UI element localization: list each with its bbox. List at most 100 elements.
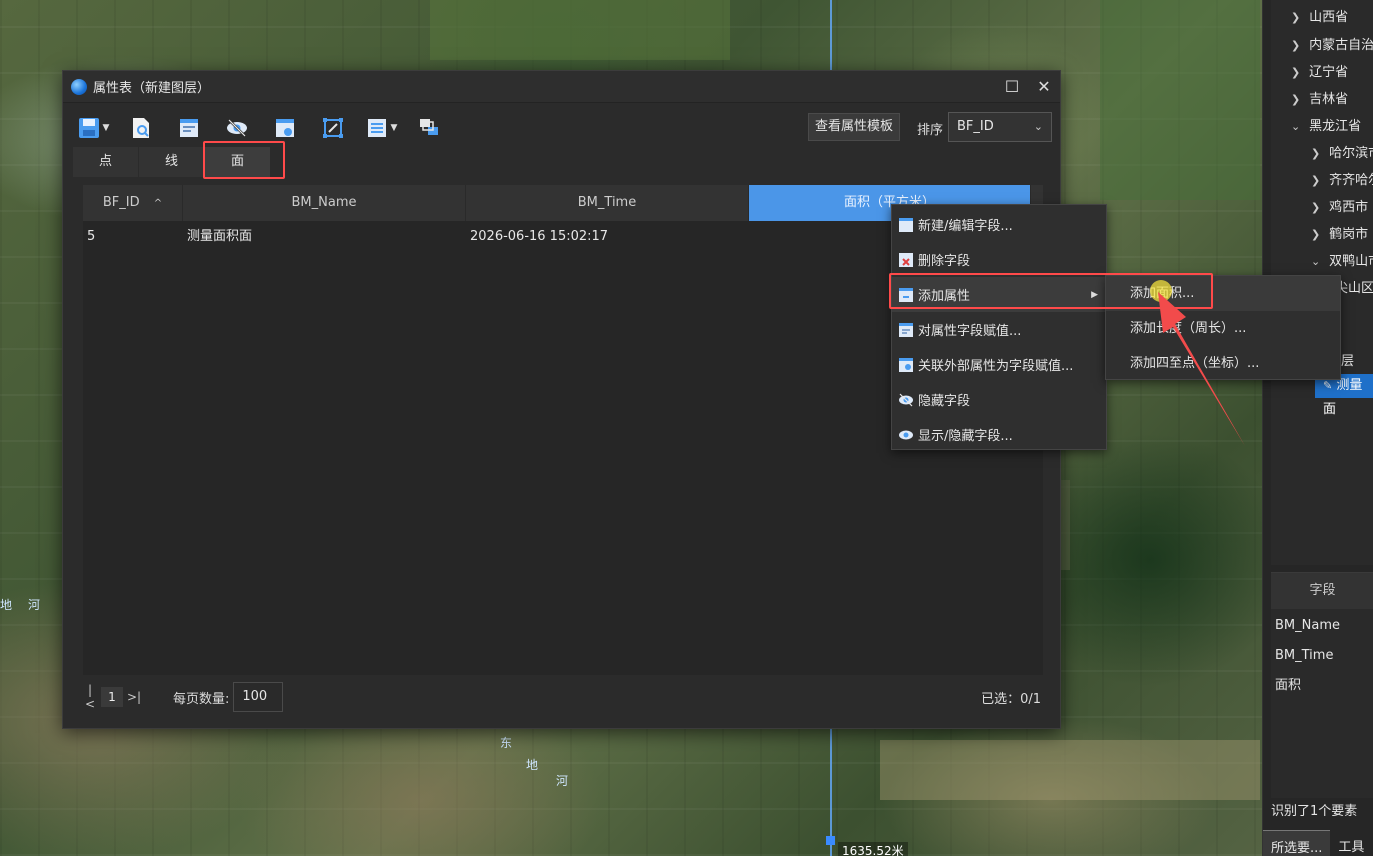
highlight-box <box>203 141 285 179</box>
eye-icon <box>898 427 914 443</box>
field-list-item[interactable]: BM_Name <box>1271 611 1373 641</box>
chevron-right-icon: ❯ <box>1291 39 1301 52</box>
tree-item[interactable]: ❯ 哈尔滨市 <box>1311 142 1373 161</box>
tab-tools[interactable]: 工具 <box>1330 830 1372 856</box>
menu-item-label: 关联外部属性为字段赋值... <box>918 359 1074 374</box>
per-page-input[interactable]: 100 <box>233 682 284 712</box>
zoom-extent-button[interactable] <box>313 113 353 143</box>
save-icon <box>78 118 99 138</box>
first-page-button[interactable]: |< <box>83 683 97 711</box>
tree-item[interactable]: ❯ 吉林省 <box>1291 88 1348 107</box>
maximize-button[interactable]: ☐ <box>996 71 1028 103</box>
page-number[interactable]: 1 <box>101 687 123 707</box>
list-button[interactable]: ▼ <box>361 113 401 143</box>
tree-item[interactable]: ⌄ 双鸭山市 <box>1311 250 1373 269</box>
field-list-header: 字段 <box>1271 573 1373 609</box>
app-logo-icon <box>71 78 87 95</box>
cell-bm-name[interactable]: 测量面积面 <box>183 221 466 253</box>
tree-item[interactable]: ❯ 辽宁省 <box>1291 61 1348 80</box>
menu-item-assign-field[interactable]: 对属性字段赋值... <box>892 312 1106 347</box>
menu-item-new-edit-field[interactable]: 新建/编辑字段... <box>892 207 1106 242</box>
menu-item-hide-field[interactable]: 隐藏字段 <box>892 382 1106 417</box>
tree-item[interactable]: ❯ 内蒙古自治区 <box>1291 34 1373 53</box>
save-button[interactable]: ▼ <box>73 113 113 143</box>
side-tabs: 所选要... 工具 <box>1263 830 1373 856</box>
maximize-icon: ☐ <box>1004 77 1020 96</box>
field-list-item[interactable]: BM_Time <box>1271 641 1373 671</box>
field-list: 字段 BM_Name BM_Time 面积 <box>1271 572 1373 798</box>
delete-field-icon <box>898 252 914 268</box>
map-field <box>880 740 1260 800</box>
pager: |< 1 >| 每页数量: 100 已选：0/1 <box>83 681 1043 713</box>
menu-item-join-external[interactable]: 关联外部属性为字段赋值... <box>892 347 1106 382</box>
chevron-down-icon: ⌄ <box>1291 120 1301 133</box>
last-page-button[interactable]: >| <box>127 690 141 704</box>
tree-item-label: 双鸭山市 <box>1329 254 1373 269</box>
tree-item[interactable]: ⌄ 黑龙江省 <box>1291 115 1361 134</box>
column-context-menu: 新建/编辑字段... 删除字段 添加属性 ▶ 对属性字段赋值... 关联外部属性… <box>891 204 1107 450</box>
export-button[interactable] <box>121 113 161 143</box>
edit-button[interactable] <box>169 113 209 143</box>
per-page-label: 每页数量: <box>173 691 230 707</box>
menu-item-label: 隐藏字段 <box>918 394 971 409</box>
cell-bm-time[interactable]: 2026-06-16 15:02:17 <box>466 221 749 253</box>
tree-item-label: 鹤岗市 <box>1329 227 1369 242</box>
dialog-title: 属性表（新建图层） <box>93 81 211 96</box>
sort-label: 排序 <box>917 123 944 138</box>
tab-line[interactable]: 线 <box>139 147 205 177</box>
tree-item[interactable]: ❯ 鸡西市 <box>1311 196 1368 215</box>
field-icon <box>276 119 294 137</box>
tree-item-label: 山西省 <box>1309 10 1349 25</box>
chevron-right-icon: ❯ <box>1291 66 1301 79</box>
tree-item[interactable]: ❯ 山西省 <box>1291 6 1348 25</box>
caret-down-icon: ▼ <box>390 123 398 133</box>
sort-select[interactable]: BF_ID ⌄ <box>948 112 1052 142</box>
measure-vertex[interactable] <box>826 836 835 845</box>
chevron-right-icon: ❯ <box>1291 93 1301 106</box>
dialog-titlebar[interactable]: 属性表（新建图层） ☐ ✕ <box>63 71 1060 103</box>
chevron-right-icon: ❯ <box>1291 11 1301 24</box>
layers-button[interactable] <box>409 113 449 143</box>
field-button[interactable] <box>265 113 305 143</box>
river-label: 东 <box>500 736 513 750</box>
column-header-bf-id[interactable]: BF_ID ^ <box>83 185 183 221</box>
menu-item-delete-field[interactable]: 删除字段 <box>892 242 1106 277</box>
assign-field-icon <box>898 322 914 338</box>
tab-selected-features[interactable]: 所选要... <box>1263 830 1331 856</box>
menu-item-show-hide-fields[interactable]: 显示/隐藏字段... <box>892 417 1106 452</box>
close-icon: ✕ <box>1037 77 1051 96</box>
view-template-button[interactable]: 查看属性模板 <box>808 113 901 141</box>
hide-icon <box>227 119 247 137</box>
tree-item[interactable]: ❯ 齐齐哈尔市 <box>1311 169 1373 188</box>
field-edit-icon <box>898 217 914 233</box>
tree-item-label: 内蒙古自治区 <box>1309 38 1373 53</box>
column-header-bm-name[interactable]: BM_Name <box>183 185 466 221</box>
layers-icon <box>420 119 438 135</box>
toolbar: ▼ ▼ <box>73 111 449 145</box>
hide-icon <box>898 392 914 408</box>
cell-bf-id[interactable]: 5 <box>83 221 183 253</box>
column-header-bm-time[interactable]: BM_Time <box>466 185 749 221</box>
chevron-right-icon: ❯ <box>1311 147 1321 160</box>
hide-button[interactable] <box>217 113 257 143</box>
tree-item-label: 鸡西市 <box>1329 200 1369 215</box>
column-header-label: BF_ID <box>102 195 140 210</box>
export-icon <box>133 118 149 138</box>
identify-status: 识别了1个要素 <box>1271 804 1358 819</box>
map-field <box>430 0 730 60</box>
edit-icon <box>180 119 198 137</box>
selected-count: 已选：0/1 <box>981 691 1041 707</box>
close-button[interactable]: ✕ <box>1028 71 1060 103</box>
river-label: 地 <box>0 598 13 612</box>
menu-item-label: 对属性字段赋值... <box>918 324 1022 339</box>
sort-asc-icon: ^ <box>153 198 163 209</box>
tab-point[interactable]: 点 <box>73 147 139 177</box>
chevron-right-icon: ❯ <box>1311 201 1321 214</box>
field-list-item[interactable]: 面积 <box>1271 671 1373 701</box>
annotation-arrow <box>1158 292 1245 446</box>
chevron-down-icon: ⌄ <box>1033 120 1043 133</box>
tree-item-label: 哈尔滨市 <box>1329 146 1373 161</box>
tree-item-label: 吉林省 <box>1309 92 1349 107</box>
list-icon <box>367 119 386 137</box>
tree-item[interactable]: ❯ 鹤岗市 <box>1311 223 1368 242</box>
